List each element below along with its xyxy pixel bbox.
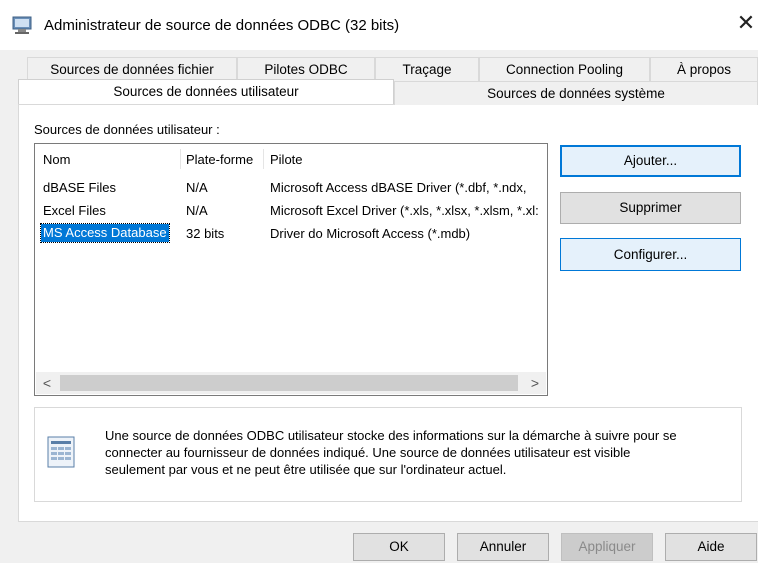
column-header-platform[interactable]: Plate-forme <box>186 152 253 167</box>
window-title: Administrateur de source de données ODBC… <box>44 17 400 34</box>
cancel-button[interactable]: Annuler <box>457 533 549 561</box>
remove-button-label: Supprimer <box>619 200 682 215</box>
info-text-line: connecter au fournisseur de données indi… <box>105 445 631 460</box>
help-button[interactable]: Aide <box>665 533 757 561</box>
horizontal-scrollbar[interactable]: < > <box>36 372 546 394</box>
row-platform: 32 bits <box>186 226 225 241</box>
tab-connection-pooling[interactable]: Connection Pooling <box>479 57 650 81</box>
tab-system-dsn[interactable]: Sources de données système <box>394 81 758 105</box>
row-name[interactable]: dBASE Files <box>43 180 116 195</box>
close-icon[interactable]: ✕ <box>735 12 757 34</box>
info-text-line: Une source de données ODBC utilisateur s… <box>105 428 677 443</box>
row-platform: N/A <box>186 203 208 218</box>
add-button[interactable]: Ajouter... <box>560 145 741 177</box>
ok-button[interactable]: OK <box>353 533 445 561</box>
section-label: Sources de données utilisateur : <box>34 122 220 137</box>
row-platform: N/A <box>186 180 208 195</box>
apply-button[interactable]: Appliquer <box>561 533 653 561</box>
tab-about[interactable]: À propos <box>650 57 758 81</box>
column-divider[interactable] <box>263 149 264 169</box>
remove-button[interactable]: Supprimer <box>560 192 741 224</box>
title-bar: Administrateur de source de données ODBC… <box>0 0 758 50</box>
tab-file-dsn[interactable]: Sources de données fichier <box>27 57 237 81</box>
row-name-selected[interactable]: MS Access Database <box>40 223 170 243</box>
tab-odbc-drivers[interactable]: Pilotes ODBC <box>237 57 375 81</box>
scroll-left-icon[interactable]: < <box>38 372 56 394</box>
row-name[interactable]: Excel Files <box>43 203 106 218</box>
info-box: Une source de données ODBC utilisateur s… <box>34 407 742 502</box>
scrollbar-thumb[interactable] <box>60 375 518 391</box>
database-info-icon <box>47 433 77 469</box>
column-header-name[interactable]: Nom <box>43 152 70 167</box>
add-button-label: Ajouter... <box>623 153 678 168</box>
dsn-list[interactable]: Nom Plate-forme Pilote dBASE Files N/A M… <box>34 143 548 396</box>
info-text-line: seulement par vous et ne peut être utili… <box>105 462 507 477</box>
scroll-right-icon[interactable]: > <box>526 372 544 394</box>
info-text: Une source de données ODBC utilisateur s… <box>105 427 725 478</box>
configure-button[interactable]: Configurer... <box>560 238 741 271</box>
row-driver: Driver do Microsoft Access (*.mdb) <box>270 226 471 241</box>
configure-button-label: Configurer... <box>613 247 688 262</box>
tab-user-dsn[interactable]: Sources de données utilisateur <box>18 79 394 104</box>
odbc-admin-icon <box>12 16 34 34</box>
row-driver: Microsoft Excel Driver (*.xls, *.xlsx, *… <box>270 203 539 218</box>
column-divider[interactable] <box>180 149 181 169</box>
column-header-driver[interactable]: Pilote <box>270 152 303 167</box>
tab-tracing[interactable]: Traçage <box>375 57 479 81</box>
row-driver: Microsoft Access dBASE Driver (*.dbf, *.… <box>270 180 527 195</box>
